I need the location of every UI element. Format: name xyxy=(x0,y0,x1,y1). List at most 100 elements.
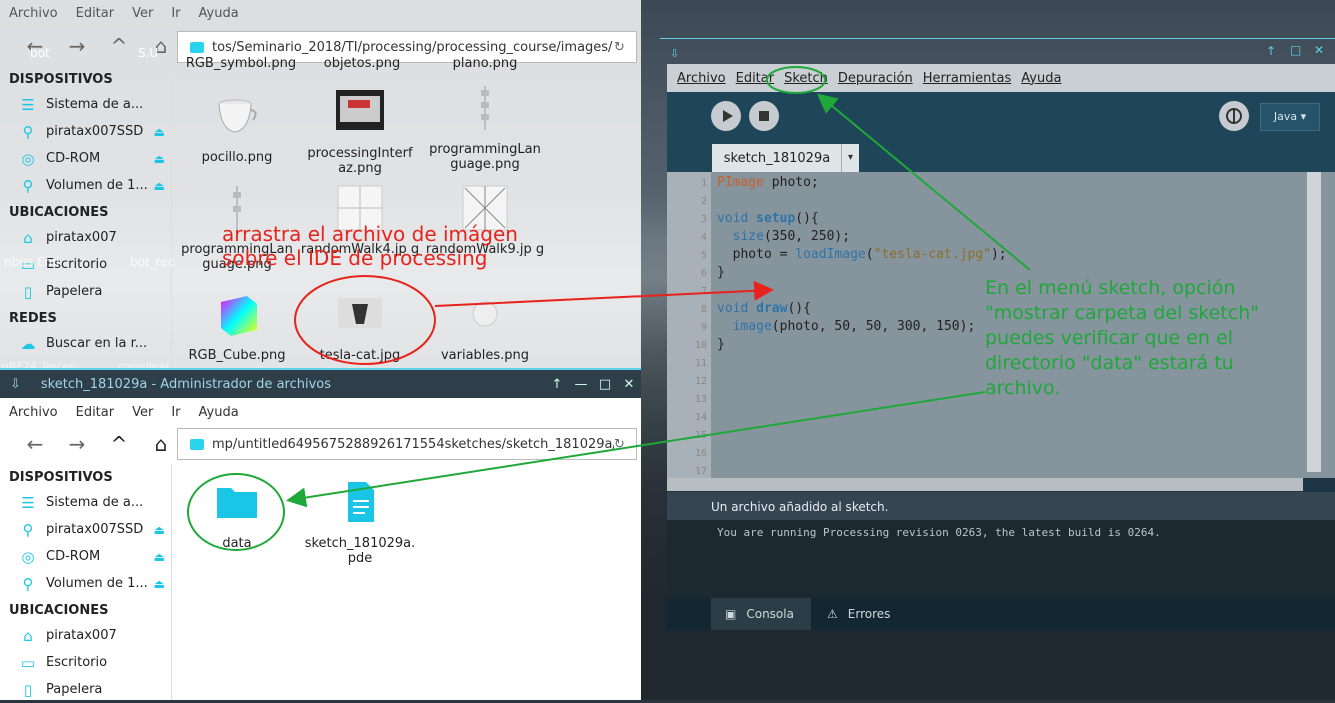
maximize-icon[interactable]: □ xyxy=(1290,43,1301,57)
back-arrow-icon[interactable]: ← xyxy=(14,432,56,456)
line-number: 7 xyxy=(700,286,707,297)
errors-tab[interactable]: ⚠ Errores xyxy=(817,598,890,630)
forward-arrow-icon[interactable]: → xyxy=(56,34,98,58)
sidebar-item-desktop[interactable]: ▭ Escritorio xyxy=(0,649,171,676)
file-item[interactable]: plano.png xyxy=(425,56,545,70)
sidebar-item-cdrom[interactable]: ◎ CD-ROM ⏏ xyxy=(0,543,171,570)
menu-editar[interactable]: Editar xyxy=(76,6,115,21)
sidebar-item-home[interactable]: ⌂ piratax007 xyxy=(0,622,171,649)
sketch-tab[interactable]: sketch_181029a xyxy=(712,144,842,172)
menu-archivo[interactable]: Archivo xyxy=(9,6,58,21)
menubar: Archivo Editar Ver Ir Ayuda xyxy=(0,0,641,26)
sidebar-item-network[interactable]: ☁ Buscar en la r... xyxy=(0,330,171,357)
menu-ver[interactable]: Ver xyxy=(132,6,153,21)
close-icon[interactable]: ✕ xyxy=(617,377,641,392)
ide-menu-editar[interactable]: Editar xyxy=(736,71,775,86)
cube-thumbnail xyxy=(221,296,257,336)
vertical-scrollbar[interactable] xyxy=(1307,172,1321,472)
refresh-icon[interactable]: ↻ xyxy=(614,437,636,452)
play-icon xyxy=(723,110,733,122)
sidebar-item-filesystem[interactable]: ☰ Sistema de a... xyxy=(0,91,171,118)
line-number: 6 xyxy=(700,268,707,279)
sidebar-item-home[interactable]: ⌂ piratax007 xyxy=(0,224,171,251)
refresh-icon[interactable]: ↻ xyxy=(614,40,636,55)
desktop-label[interactable]: nbus Emi xyxy=(4,255,60,269)
ide-menu-ayuda[interactable]: Ayuda xyxy=(1021,71,1061,86)
console-output: You are running Processing revision 0263… xyxy=(667,520,1335,598)
forward-arrow-icon[interactable]: → xyxy=(56,432,98,456)
sidebar-item-volume[interactable]: ⚲ Volumen de 1... ⏏ xyxy=(0,172,171,199)
disc-icon: ◎ xyxy=(21,149,35,168)
menu-archivo[interactable]: Archivo xyxy=(9,405,58,420)
sidebar-item-trash[interactable]: ▯ Papelera xyxy=(0,676,171,703)
file-item[interactable]: processingInterf az.png xyxy=(300,88,420,176)
sidebar-item-ssd[interactable]: ⚲ piratax007SSD ⏏ xyxy=(0,118,171,145)
debug-button[interactable] xyxy=(1219,101,1249,131)
run-button[interactable] xyxy=(711,101,741,131)
sidebar-item-filesystem[interactable]: ☰ Sistema de a... xyxy=(0,489,171,516)
minimize-window-icon[interactable]: — xyxy=(569,377,593,392)
folder-icon xyxy=(190,41,204,53)
file-item[interactable]: RGB_symbol.png xyxy=(181,56,301,70)
file-item-pde[interactable]: sketch_181029a. pde xyxy=(300,478,420,566)
file-item[interactable]: pocillo.png xyxy=(177,92,297,165)
menu-ayuda[interactable]: Ayuda xyxy=(199,6,239,21)
code-line-5: photo = loadImage("tesla-cat.jpg"); xyxy=(717,247,1007,262)
eject-icon[interactable]: ⏏ xyxy=(154,523,165,537)
window-title: sketch_181029a - Administrador de archiv… xyxy=(40,376,332,392)
file-item-tesla-cat[interactable]: tesla-cat.jpg xyxy=(300,290,420,363)
line-number: 11 xyxy=(694,358,707,369)
line-number: 16 xyxy=(694,448,707,459)
menu-ir[interactable]: Ir xyxy=(171,405,180,420)
ide-window-frame[interactable]: ⇩ ↑ □ ✕ xyxy=(660,38,1335,64)
eject-icon[interactable]: ⏏ xyxy=(154,550,165,564)
location-bar[interactable]: mp/untitled6495675288926171554sketches/s… xyxy=(177,428,637,460)
desktop-label[interactable]: bot_rec xyxy=(130,255,174,269)
menu-ayuda[interactable]: Ayuda xyxy=(199,405,239,420)
console-tab[interactable]: ▣ Consola xyxy=(711,598,811,630)
stop-button[interactable] xyxy=(749,101,779,131)
tab-dropdown[interactable]: ▾ xyxy=(841,144,859,172)
eject-icon[interactable]: ⏏ xyxy=(154,577,165,591)
sidebar-item-ssd[interactable]: ⚲ piratax007SSD ⏏ xyxy=(0,516,171,543)
eject-icon[interactable]: ⏏ xyxy=(154,152,165,166)
eject-icon[interactable]: ⏏ xyxy=(154,179,165,193)
ide-menu-depuracion[interactable]: Depuración xyxy=(838,71,913,86)
console-tabs: ▣ Consola ⚠ Errores xyxy=(667,598,1335,630)
desktop-label[interactable]: S.U xyxy=(138,46,158,60)
desktop-label[interactable]: bot xyxy=(30,46,50,60)
section-devices: DISPOSITIVOS xyxy=(9,72,113,87)
minimize-icon[interactable]: ↑ xyxy=(545,377,569,392)
file-item[interactable]: objetos.png xyxy=(302,56,422,70)
maximize-icon[interactable]: □ xyxy=(593,377,617,392)
file-item[interactable]: programmingLan guage.png xyxy=(425,84,545,172)
document-icon xyxy=(348,482,374,522)
minimize-icon[interactable]: ↑ xyxy=(1266,44,1276,58)
line-number: 3 xyxy=(700,214,707,225)
ide-menu-archivo[interactable]: Archivo xyxy=(677,71,726,86)
sidebar-item-cdrom[interactable]: ◎ CD-ROM ⏏ xyxy=(0,145,171,172)
ide-menu-herramientas[interactable]: Herramientas xyxy=(923,71,1012,86)
folder-item-data[interactable]: data xyxy=(177,478,297,551)
window-titlebar[interactable]: ⇩ sketch_181029a - Administrador de arch… xyxy=(0,368,641,398)
sidebar-item-trash[interactable]: ▯ Papelera xyxy=(0,278,171,305)
line-number: 1 xyxy=(700,178,707,189)
file-manager-images: Archivo Editar Ver Ir Ayuda ← → ^ ⌂ tos/… xyxy=(0,0,641,368)
file-item[interactable]: RGB_Cube.png xyxy=(177,290,297,363)
menu-ir[interactable]: Ir xyxy=(171,6,180,21)
horizontal-scrollbar[interactable] xyxy=(667,478,1303,491)
up-arrow-icon[interactable]: ^ xyxy=(98,34,140,58)
file-item[interactable]: variables.png xyxy=(425,290,545,363)
sidebar-item-volume[interactable]: ⚲ Volumen de 1... ⏏ xyxy=(0,570,171,597)
home-icon[interactable]: ⌂ xyxy=(140,432,182,456)
diagram-thumbnail xyxy=(481,86,489,130)
menu-ver[interactable]: Ver xyxy=(132,405,153,420)
mode-selector[interactable]: Java ▾ xyxy=(1260,103,1320,131)
line-number: 10 xyxy=(694,340,707,351)
eject-icon[interactable]: ⏏ xyxy=(154,125,165,139)
menu-editar[interactable]: Editar xyxy=(76,405,115,420)
close-icon[interactable]: ✕ xyxy=(1314,43,1324,57)
line-number: 5 xyxy=(700,250,707,261)
up-arrow-icon[interactable]: ^ xyxy=(98,432,140,456)
ide-menu-sketch[interactable]: Sketch xyxy=(784,71,828,86)
